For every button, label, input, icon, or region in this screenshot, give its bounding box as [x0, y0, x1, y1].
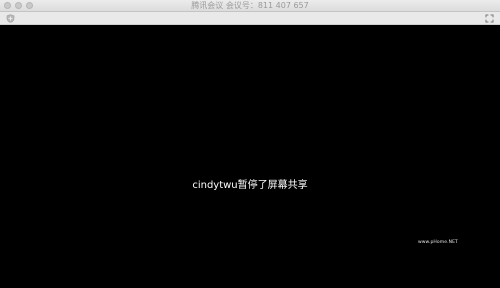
shared-screen-area: [0, 25, 500, 288]
meeting-toolbar: [0, 12, 500, 25]
screen-share-paused-message: cindytwu暂停了屏幕共享: [192, 180, 308, 191]
window-titlebar: 腾讯会议 会议号：811 407 657: [0, 0, 500, 12]
window-title: 腾讯会议 会议号：811 407 657: [191, 1, 309, 10]
watermark-text: www.pHome.NET: [418, 240, 458, 245]
shield-icon[interactable]: [6, 14, 15, 23]
expand-icon[interactable]: [485, 14, 494, 23]
